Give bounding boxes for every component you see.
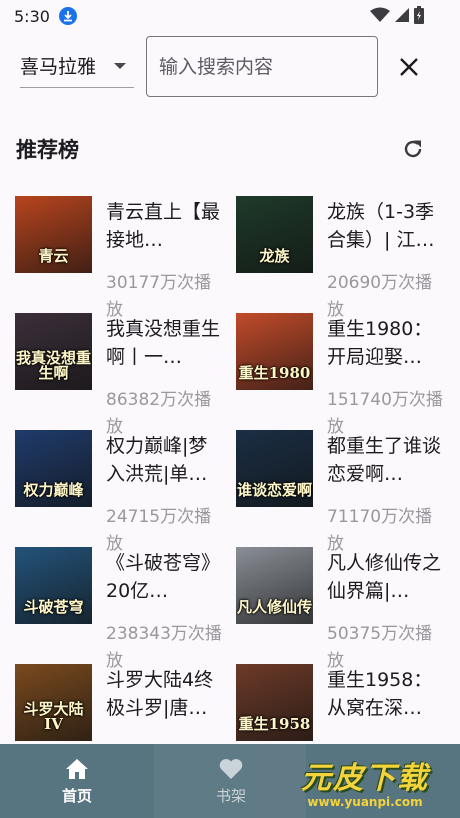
status-time: 5:30 xyxy=(14,6,50,26)
book-title: 龙族（1-3季合集）| 江… xyxy=(327,201,435,251)
book-title: 《斗破苍穹》20亿… xyxy=(106,552,221,602)
book-title: 青云直上【最接地… xyxy=(106,201,221,251)
book-cover-text: 重生1980 xyxy=(238,364,311,383)
book-cover-text: 斗罗大陆IV xyxy=(23,699,84,734)
book-cover-text: 青云 xyxy=(38,247,69,266)
book-title: 权力巅峰|梦入洪荒|单… xyxy=(106,435,208,485)
book-title: 重生1958：从窝在深… xyxy=(327,669,433,719)
book-cover: 斗罗大陆IV xyxy=(15,664,92,741)
nav-home-label: 首页 xyxy=(61,786,92,805)
book-card[interactable]: 权力巅峰 权力巅峰|梦入洪荒|单… 24715万次播放 xyxy=(15,430,235,554)
book-cover: 重生1980 xyxy=(236,313,313,390)
book-card[interactable]: 龙族 龙族（1-3季合集）| 江… 20690万次播放 xyxy=(236,196,456,320)
book-title: 都重生了谁谈恋爱啊… xyxy=(327,435,442,485)
dropdown-arrow-icon xyxy=(114,63,126,69)
watermark-url: www.yuanpi.com xyxy=(307,795,423,809)
battery-icon xyxy=(414,6,424,24)
book-card[interactable]: 青云 青云直上【最接地… 30177万次播放 xyxy=(15,196,235,320)
book-cover: 青云 xyxy=(15,196,92,273)
book-cover: 我真没想重生啊 xyxy=(15,313,92,390)
book-cover: 重生1958 xyxy=(236,664,313,741)
wifi-icon xyxy=(370,7,390,22)
status-icons xyxy=(370,6,424,24)
heart-icon xyxy=(219,758,243,779)
refresh-button[interactable] xyxy=(398,134,428,164)
book-cover-text: 斗破苍穹 xyxy=(23,598,84,617)
book-card[interactable]: 凡人修仙传 凡人修仙传之仙界篇|… 50375万次播放 xyxy=(236,547,456,671)
book-cover-text: 龙族 xyxy=(259,247,290,266)
book-card[interactable]: 斗破苍穹 《斗破苍穹》20亿… 238343万次播放 xyxy=(15,547,235,671)
book-title: 凡人修仙传之仙界篇|… xyxy=(327,552,442,602)
book-title: 我真没想重生啊丨一… xyxy=(106,318,221,368)
book-cover: 谁谈恋爱啊 xyxy=(236,430,313,507)
refresh-icon xyxy=(404,140,422,158)
nav-bookshelf-label: 书架 xyxy=(215,786,246,805)
book-cover-text: 凡人修仙传 xyxy=(236,598,312,617)
book-cover: 龙族 xyxy=(236,196,313,273)
book-card[interactable]: 重生1980 重生1980：开局迎娶… 151740万次播放 xyxy=(236,313,456,437)
source-dropdown-label: 喜马拉雅 xyxy=(20,56,97,78)
book-cover: 权力巅峰 xyxy=(15,430,92,507)
nav-home[interactable]: 首页 xyxy=(0,744,154,818)
source-dropdown[interactable]: 喜马拉雅 xyxy=(20,44,134,88)
search-input[interactable] xyxy=(146,36,378,97)
book-cover-text: 权力巅峰 xyxy=(23,481,84,500)
search-row: 喜马拉雅 xyxy=(0,36,460,98)
status-bar: 5:30 xyxy=(0,0,460,32)
book-cover-text: 谁谈恋爱啊 xyxy=(236,481,312,500)
download-notification-icon xyxy=(58,7,77,25)
book-card[interactable]: 谁谈恋爱啊 都重生了谁谈恋爱啊… 71170万次播放 xyxy=(236,430,456,554)
book-cover: 凡人修仙传 xyxy=(236,547,313,624)
signal-icon xyxy=(395,8,409,22)
book-cover: 斗破苍穹 xyxy=(15,547,92,624)
watermark-title: 元皮下载 xyxy=(301,761,429,796)
book-cover-text: 重生1958 xyxy=(238,715,311,734)
home-icon xyxy=(66,758,88,779)
book-card[interactable]: 我真没想重生啊 我真没想重生啊丨一… 86382万次播放 xyxy=(15,313,235,437)
watermark-logo: 元皮下载 www.yuanpi.com xyxy=(270,748,460,814)
section-title: 推荐榜 xyxy=(16,138,79,162)
book-cover-text: 我真没想重生啊 xyxy=(15,348,91,383)
book-title: 重生1980：开局迎娶… xyxy=(327,318,433,368)
book-title: 斗罗大陆4终极斗罗|唐… xyxy=(106,669,214,719)
close-button[interactable] xyxy=(392,50,426,84)
close-icon xyxy=(400,58,418,76)
